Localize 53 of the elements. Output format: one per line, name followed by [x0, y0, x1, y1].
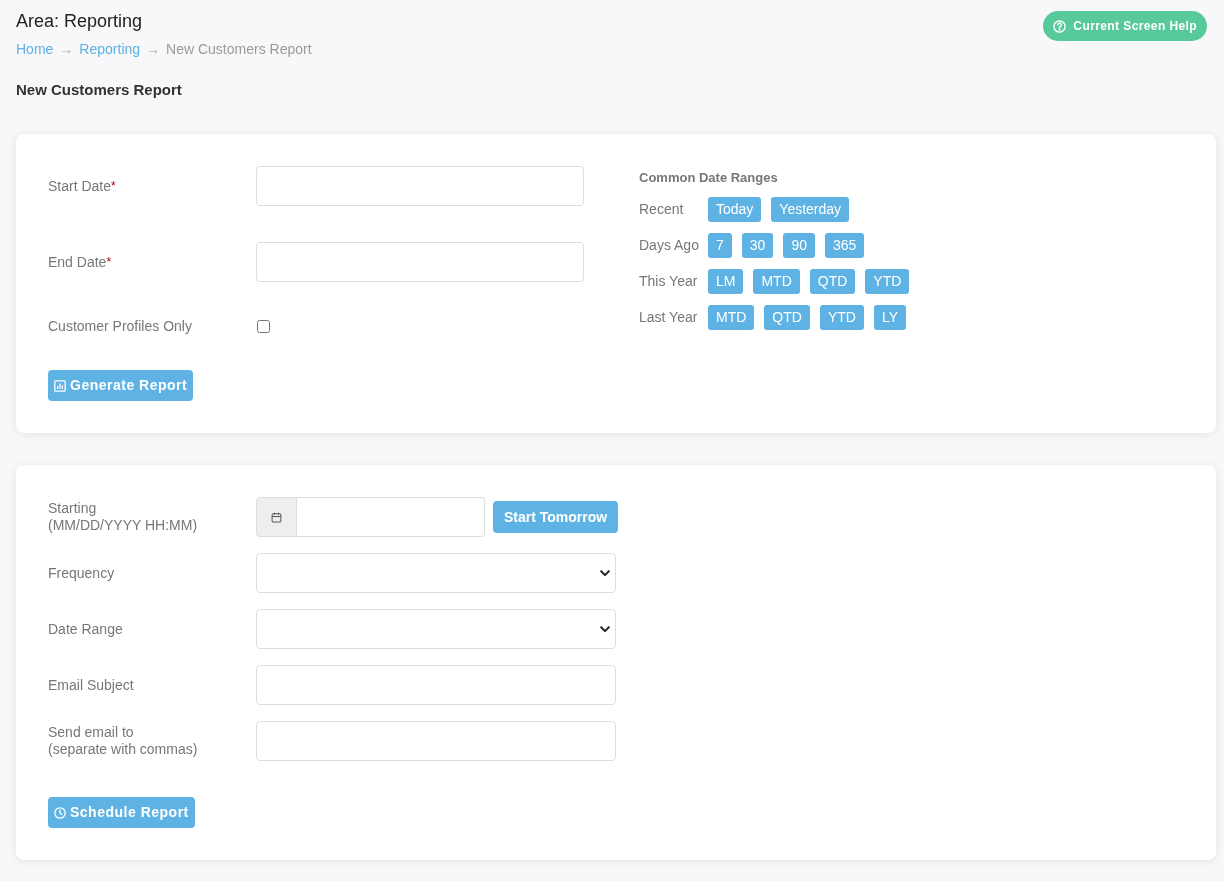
chevron-down-icon — [600, 570, 610, 577]
date-range-button[interactable]: YTD — [819, 305, 864, 330]
start-tomorrow-button[interactable]: Start Tomorrow — [493, 501, 619, 533]
help-icon — [1053, 19, 1067, 33]
select-field[interactable] — [256, 553, 616, 593]
field-label: Date Range — [48, 620, 123, 638]
date-range-button[interactable]: 365 — [824, 233, 865, 258]
input-field[interactable] — [256, 665, 616, 705]
field-label: Frequency — [48, 564, 115, 582]
datetime-input-field[interactable] — [297, 497, 485, 537]
date-range-button[interactable]: MTD — [753, 269, 800, 294]
field-label: End Date* — [48, 253, 112, 271]
field-label: Email Subject — [48, 676, 134, 694]
input-field[interactable] — [256, 721, 616, 761]
field-label: Starting (MM/DD/YYYY HH:MM) — [48, 500, 198, 534]
date-range-button[interactable]: QTD — [809, 269, 856, 294]
bar-chart-icon — [54, 379, 66, 392]
generate-report-button[interactable]: Generate Report — [48, 370, 194, 401]
field-label: Customer Profiles Only — [48, 317, 192, 335]
breadcrumb-separator: → — [146, 40, 161, 59]
breadcrumb-current: New Customers Report — [166, 40, 312, 59]
date-range-button[interactable]: YTD — [865, 269, 910, 294]
range-group-label: Recent — [639, 200, 684, 219]
range-group-label: Days Ago — [639, 236, 699, 255]
calendar-addon[interactable] — [256, 497, 297, 537]
date-input-field[interactable] — [256, 242, 584, 282]
checkbox[interactable] — [257, 319, 270, 333]
date-range-button[interactable]: LY — [873, 305, 906, 330]
section-title: Common Date Ranges — [639, 170, 778, 186]
clock-icon — [54, 806, 66, 819]
range-group-label: Last Year — [639, 308, 698, 327]
date-range-button[interactable]: Today — [708, 197, 762, 222]
calendar-icon — [271, 511, 282, 523]
date-range-button[interactable]: MTD — [708, 305, 755, 330]
schedule-report-button[interactable]: Schedule Report — [48, 797, 195, 828]
range-group-label: This Year — [639, 272, 698, 291]
breadcrumb-link[interactable]: Reporting — [79, 39, 141, 59]
date-range-button[interactable]: LM — [708, 269, 744, 294]
area-title: Area: Reporting — [16, 10, 143, 33]
select-field[interactable] — [256, 609, 616, 649]
breadcrumb-separator: → — [59, 40, 74, 59]
date-input-field[interactable] — [256, 166, 584, 206]
date-range-button[interactable]: QTD — [764, 305, 810, 330]
breadcrumb-link[interactable]: Home — [16, 39, 54, 59]
date-range-button[interactable]: 90 — [783, 233, 815, 258]
field-label: Start Date* — [48, 177, 116, 195]
field-label: Send email to (separate with commas) — [48, 724, 198, 758]
chevron-down-icon — [600, 626, 610, 633]
help-button[interactable]: Current Screen Help — [1043, 11, 1207, 41]
date-range-button[interactable]: 30 — [741, 233, 774, 258]
date-range-button[interactable]: Yesterday — [771, 197, 850, 222]
page-title: New Customers Report — [16, 80, 182, 100]
date-range-button[interactable]: 7 — [708, 233, 732, 258]
